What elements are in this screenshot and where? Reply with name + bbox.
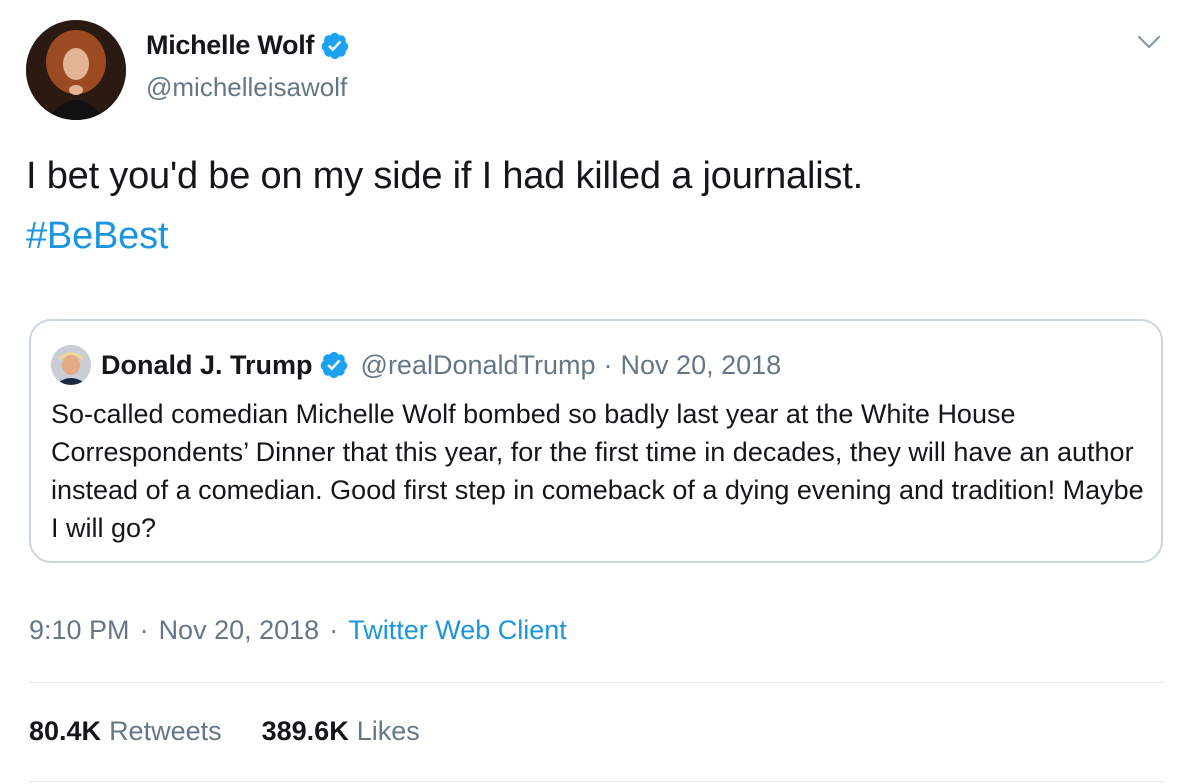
divider xyxy=(29,781,1164,782)
likes-count: 389.6K xyxy=(261,716,349,746)
tweet-time[interactable]: 9:10 PM xyxy=(29,615,130,646)
quoted-text: So-called comedian Michelle Wolf bombed … xyxy=(51,399,1144,543)
quoted-display-name[interactable]: Donald J. Trump xyxy=(101,350,313,381)
quoted-tweet[interactable]: Donald J. Trump @realDonaldTrump · Nov 2… xyxy=(29,319,1163,563)
likes-label: Likes xyxy=(356,716,420,746)
quoted-date[interactable]: Nov 20, 2018 xyxy=(621,350,782,381)
source-link[interactable]: Twitter Web Client xyxy=(348,615,567,646)
tweet-date[interactable]: Nov 20, 2018 xyxy=(159,615,320,646)
tweet-text: I bet you'd be on my side if I had kille… xyxy=(26,155,863,197)
separator-dot: · xyxy=(329,615,339,645)
tweet-meta: 9:10 PM · Nov 20, 2018 · Twitter Web Cli… xyxy=(29,615,567,646)
retweets-count: 80.4K xyxy=(29,716,102,746)
tweet-card: Michelle Wolf @michelleisawolf I bet you… xyxy=(0,0,1198,784)
verified-badge-icon xyxy=(320,351,347,379)
tweet-stats: 80.4K Retweets 389.6K Likes xyxy=(29,716,420,747)
display-name[interactable]: Michelle Wolf xyxy=(146,30,314,61)
tweet-body: I bet you'd be on my side if I had kille… xyxy=(26,146,1166,266)
likes-stat[interactable]: 389.6K Likes xyxy=(262,716,420,747)
retweets-label: Retweets xyxy=(109,716,222,746)
verified-badge-icon xyxy=(321,32,349,59)
chevron-down-icon[interactable] xyxy=(1136,32,1162,52)
quoted-avatar[interactable] xyxy=(51,345,91,385)
author-handle[interactable]: @michelleisawolf xyxy=(146,72,347,103)
avatar[interactable] xyxy=(26,20,126,120)
retweets-stat[interactable]: 80.4K Retweets xyxy=(29,716,222,747)
hashtag-link[interactable]: #BeBest xyxy=(26,206,1166,266)
quoted-handle[interactable]: @realDonaldTrump xyxy=(361,350,596,381)
divider xyxy=(29,682,1164,683)
separator-dot: · xyxy=(603,349,613,380)
separator-dot: · xyxy=(139,615,149,645)
